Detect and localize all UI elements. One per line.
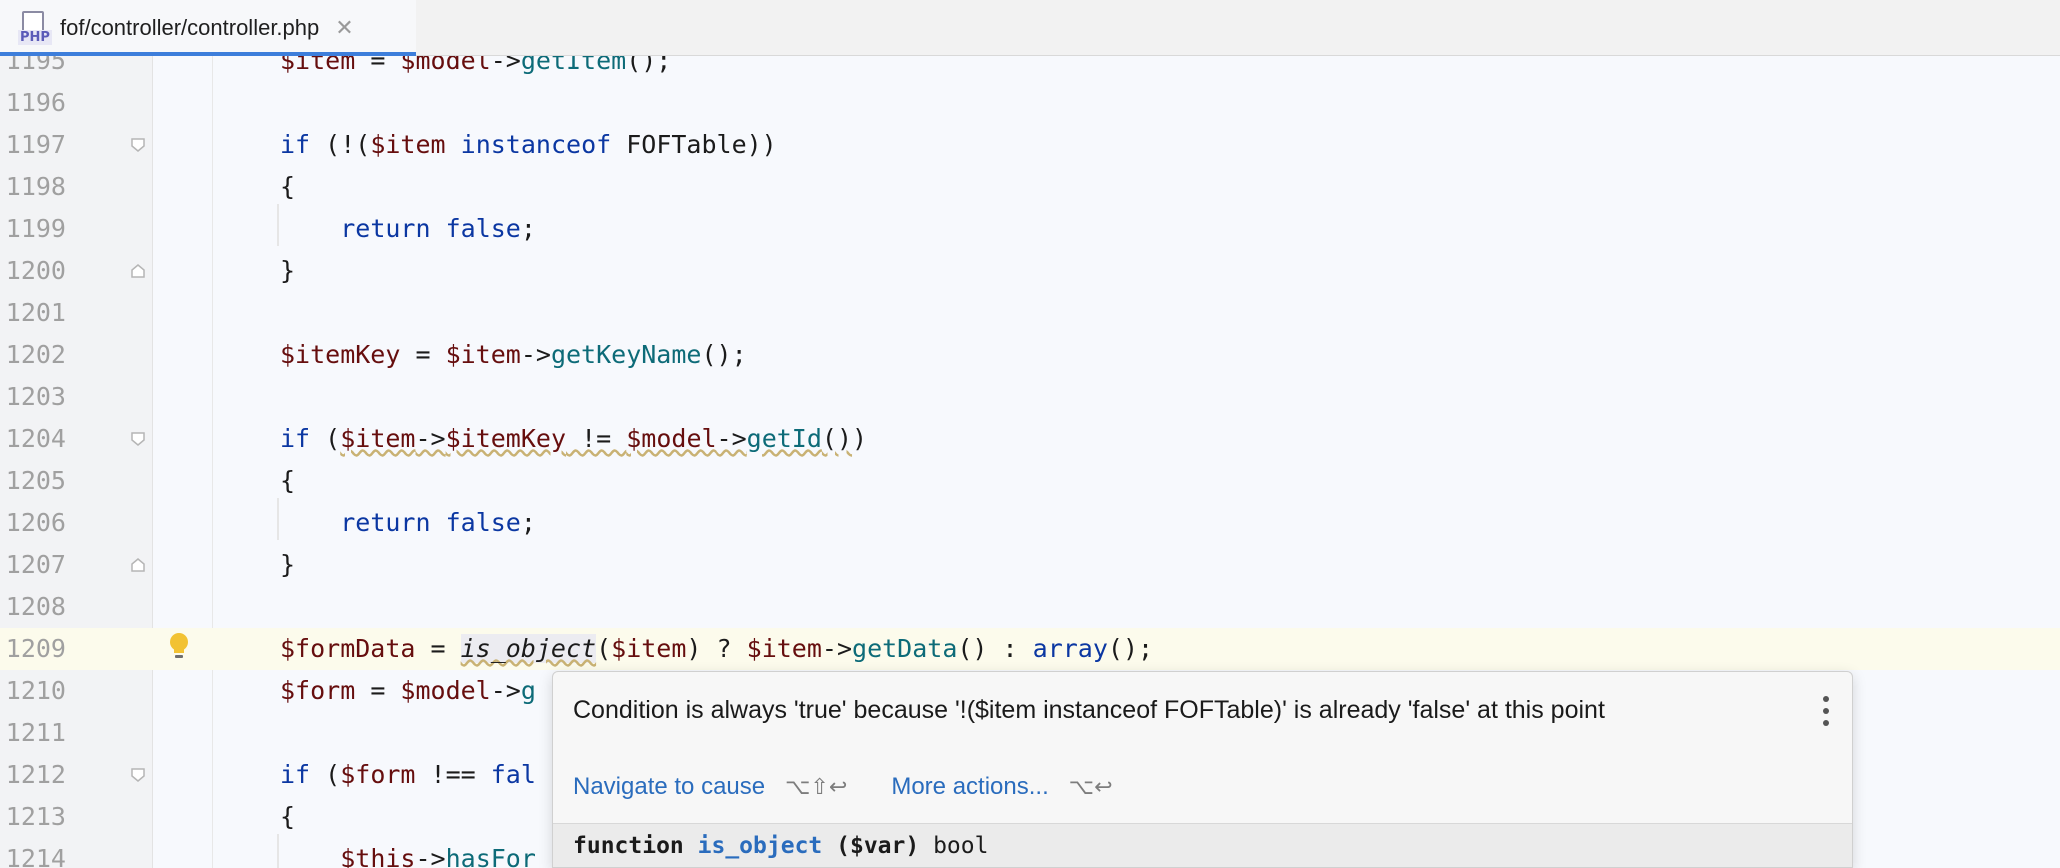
code-text: { xyxy=(280,466,296,495)
line-number: 1206 xyxy=(5,508,66,537)
code-line[interactable]: 1197 if (!($item instanceof FOFTable)) xyxy=(0,124,2060,166)
line-number: 1197 xyxy=(5,130,66,159)
code-line[interactable]: 1205 { xyxy=(0,460,2060,502)
line-number: 1204 xyxy=(5,424,66,453)
more-actions-shortcut: ⌥↩ xyxy=(1068,774,1113,800)
line-number: 1205 xyxy=(5,466,66,495)
code-line[interactable]: 1199 return false; xyxy=(0,208,2060,250)
line-number: 1213 xyxy=(5,802,66,831)
code-line[interactable]: 1203 xyxy=(0,376,2060,418)
code-line[interactable]: 1200 } xyxy=(0,250,2060,292)
line-number: 1199 xyxy=(5,214,66,243)
line-number: 1198 xyxy=(5,172,66,201)
popup-actions: Navigate to cause ⌥⇧↩ More actions... ⌥↩ xyxy=(573,773,1157,801)
navigate-to-cause-link[interactable]: Navigate to cause xyxy=(573,773,765,801)
code-line[interactable]: 1198 { xyxy=(0,166,2060,208)
close-icon[interactable]: ✕ xyxy=(335,15,353,41)
line-number: 1201 xyxy=(5,298,66,327)
code-line-current[interactable]: 1209 $formData = is_object($item) ? $ite… xyxy=(0,628,2060,670)
code-line[interactable]: 1202 $itemKey = $item->getKeyName(); xyxy=(0,334,2060,376)
line-number: 1200 xyxy=(5,256,66,285)
code-text: { xyxy=(280,172,296,201)
code-line[interactable]: 1207 } xyxy=(0,544,2060,586)
code-text: $itemKey = $item->getKeyName(); xyxy=(280,340,747,369)
code-text: } xyxy=(280,256,296,285)
line-number: 1195 xyxy=(5,56,66,75)
fold-start-icon[interactable] xyxy=(130,137,146,153)
tab-title: fof/controller/controller.php xyxy=(60,15,320,40)
line-number: 1196 xyxy=(5,88,66,117)
code-text: if ($form !== fal xyxy=(280,760,536,789)
code-line[interactable]: 1201 xyxy=(0,292,2060,334)
code-text: } xyxy=(280,550,296,579)
line-number: 1203 xyxy=(5,382,66,411)
code-line[interactable]: 1204 if ($item->$itemKey != $model->getI… xyxy=(0,418,2060,460)
inspection-popup: Condition is always 'true' because '!($i… xyxy=(552,671,1853,868)
function-signature: function is_object ($var) bool xyxy=(553,823,1852,867)
code-text: return false; xyxy=(340,214,536,243)
inspection-message: Condition is always 'true' because '!($i… xyxy=(573,696,1605,724)
line-number: 1214 xyxy=(5,844,66,868)
lightbulb-icon[interactable] xyxy=(168,632,190,662)
code-text: { xyxy=(280,802,296,831)
fold-start-icon[interactable] xyxy=(130,431,146,447)
line-number: 1208 xyxy=(5,592,66,621)
line-number: 1212 xyxy=(5,760,66,789)
code-text: $formData = is_object($item) ? $item->ge… xyxy=(280,634,1154,663)
more-actions-link[interactable]: More actions... xyxy=(891,773,1048,801)
navigate-shortcut: ⌥⇧↩ xyxy=(785,774,848,800)
line-number: 1211 xyxy=(5,718,66,747)
code-text: $item = $model->getItem(); xyxy=(280,56,672,75)
tab-controller-php[interactable]: PHP fof/controller/controller.php ✕ xyxy=(0,0,416,57)
line-number: 1210 xyxy=(5,676,66,705)
fold-end-icon[interactable] xyxy=(130,557,146,573)
code-line[interactable]: 1206 return false; xyxy=(0,502,2060,544)
fold-start-icon[interactable] xyxy=(130,767,146,783)
more-options-icon[interactable] xyxy=(1820,696,1832,726)
code-text: $form = $model->g xyxy=(280,676,536,705)
line-number: 1202 xyxy=(5,340,66,369)
code-line[interactable]: 1196 xyxy=(0,82,2060,124)
line-number: 1207 xyxy=(5,550,66,579)
code-text: return false; xyxy=(340,508,536,537)
code-text: $this->hasFor xyxy=(340,844,536,868)
code-line[interactable]: 1195 $item = $model->getItem(); xyxy=(0,56,2060,82)
editor-tab-bar: PHP fof/controller/controller.php ✕ xyxy=(0,0,2060,57)
line-number: 1209 xyxy=(5,634,66,663)
code-line[interactable]: 1208 xyxy=(0,586,2060,628)
fold-end-icon[interactable] xyxy=(130,263,146,279)
function-name-link[interactable]: is_object xyxy=(698,833,823,859)
code-text: if (!($item instanceof FOFTable)) xyxy=(280,130,777,159)
php-file-icon: PHP xyxy=(18,11,52,45)
code-text: if ($item->$itemKey != $model->getId()) xyxy=(280,424,868,453)
